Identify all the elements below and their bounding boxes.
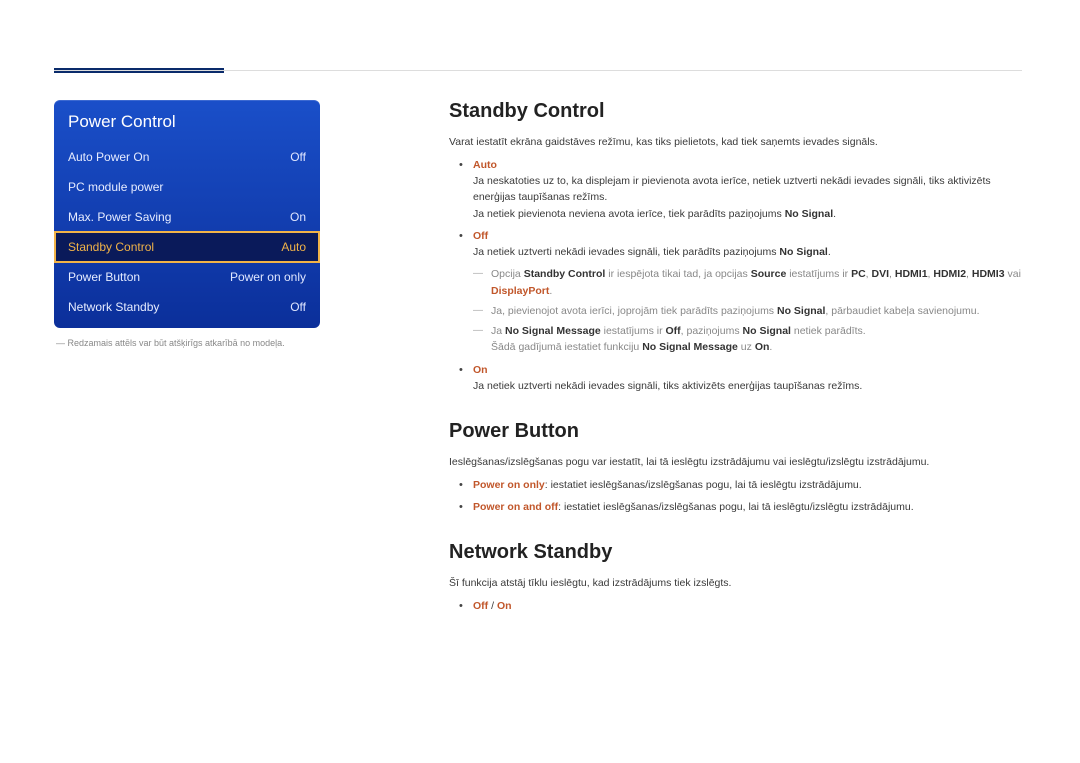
section-power-button: Power Button Ieslēgšanas/izslēgšanas pog… [449, 420, 1022, 515]
off-desc-pre: Ja netiek uztverti nekādi ievades signāl… [473, 246, 779, 258]
option-label-on: On [473, 364, 488, 376]
horizontal-rule [54, 70, 1022, 71]
osd-row-label: Auto Power On [68, 150, 149, 164]
osd-row-power-button[interactable]: Power Button Power on only [54, 262, 320, 292]
osd-row-standby-control[interactable]: Standby Control Auto [54, 231, 320, 263]
osd-menu-title: Power Control [54, 100, 320, 142]
osd-menu-panel: Power Control Auto Power On Off PC modul… [54, 100, 320, 328]
standby-option-off: Off Ja netiek uztverti nekādi ievades si… [473, 228, 1022, 356]
auto-desc-2-ns: No Signal [785, 208, 833, 220]
standby-intro: Varat iestatīt ekrāna gaidstāves režīmu,… [449, 135, 1022, 151]
off-desc-ns: No Signal [779, 246, 827, 258]
osd-row-value: Power on only [230, 270, 306, 284]
powerbtn-option-on-off: Power on and off: iestatiet ieslēgšanas/… [473, 499, 1022, 515]
right-column: Standby Control Varat iestatīt ekrāna ga… [339, 100, 1022, 621]
section-standby-control: Standby Control Varat iestatīt ekrāna ga… [449, 100, 1022, 394]
heading-power-button: Power Button [449, 420, 1022, 443]
osd-row-value: Off [290, 300, 306, 314]
osd-row-value: Off [290, 150, 306, 164]
osd-row-value: Auto [281, 240, 306, 254]
auto-desc-1: Ja neskatoties uz to, ka displejam ir pi… [473, 175, 991, 203]
osd-row-label: Network Standby [68, 300, 159, 314]
osd-row-label: Max. Power Saving [68, 210, 171, 224]
standby-sub-source: Opcija Standby Control ir iespējota tika… [491, 266, 1022, 299]
auto-desc-2-pre: Ja netiek pievienota neviena avota ierīc… [473, 208, 785, 220]
osd-footnote: ― Redzamais attēls var būt atšķirīgs atk… [54, 338, 339, 348]
powerbtn-intro: Ieslēgšanas/izslēgšanas pogu var iestatī… [449, 455, 1022, 471]
on-desc: Ja netiek uztverti nekādi ievades signāl… [473, 380, 862, 392]
heading-standby-control: Standby Control [449, 100, 1022, 123]
osd-row-label: PC module power [68, 180, 163, 194]
osd-row-value: On [290, 210, 306, 224]
powerbtn-options-list: Power on only: iestatiet ieslēgšanas/izs… [473, 477, 1022, 516]
osd-row-label: Standby Control [68, 240, 154, 254]
standby-off-sublist: Opcija Standby Control ir iespējota tika… [491, 266, 1022, 355]
osd-row-label: Power Button [68, 270, 140, 284]
powerbtn-option-on-only: Power on only: iestatiet ieslēgšanas/izs… [473, 477, 1022, 493]
heading-network-standby: Network Standby [449, 541, 1022, 564]
option-label-auto: Auto [473, 159, 497, 171]
osd-row-network-standby[interactable]: Network Standby Off [54, 292, 320, 328]
osd-row-pc-module-power[interactable]: PC module power [54, 172, 320, 202]
left-column: Power Control Auto Power On Off PC modul… [54, 100, 339, 621]
section-network-standby: Network Standby Šī funkcija atstāj tīklu… [449, 541, 1022, 614]
osd-row-auto-power-on[interactable]: Auto Power On Off [54, 142, 320, 172]
standby-sub-cable: Ja, pievienojot avota ierīci, joprojām t… [491, 303, 1022, 319]
standby-options-list: Auto Ja neskatoties uz to, ka displejam … [473, 157, 1022, 394]
standby-option-on: On Ja netiek uztverti nekādi ievades sig… [473, 362, 1022, 395]
page-body: Power Control Auto Power On Off PC modul… [54, 100, 1022, 621]
netstandby-option-off-on: Off / On [473, 598, 1022, 614]
osd-row-max-power-saving[interactable]: Max. Power Saving On [54, 202, 320, 232]
standby-sub-nosignalmsg: Ja No Signal Message iestatījums ir Off,… [491, 323, 1022, 356]
netstandby-options-list: Off / On [473, 598, 1022, 614]
netstandby-intro: Šī funkcija atstāj tīklu ieslēgtu, kad i… [449, 576, 1022, 592]
option-label-off: Off [473, 230, 488, 242]
standby-option-auto: Auto Ja neskatoties uz to, ka displejam … [473, 157, 1022, 222]
